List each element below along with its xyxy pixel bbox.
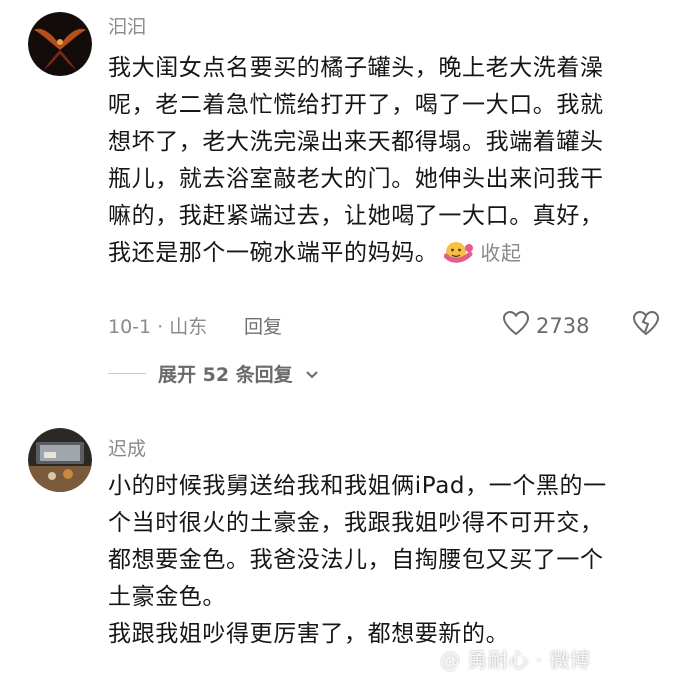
fold-button[interactable]: 收起 (480, 241, 521, 265)
expand-replies[interactable]: 展开 52 条回复 (108, 360, 319, 387)
broken-heart-icon (632, 310, 660, 341)
expand-replies-label: 展开 52 条回复 (158, 364, 293, 386)
username[interactable]: 汩汩 (108, 12, 146, 39)
comment-line: 都想要金色。我爸没法儿，自掏腰包又买了一个 (108, 547, 604, 573)
comment-line: 我大闺女点名要买的橘子罐头，晚上老大洗着澡 (108, 55, 604, 81)
comment-line: 我还是那个一碗水端平的妈妈。 收起 (108, 235, 668, 272)
comment-meta: 10-1 · 山东 回复 2738 (108, 310, 660, 342)
heart-icon (502, 310, 530, 341)
comment-line: 嘛的，我赶紧端过去，让她喝了一大口。真好， (108, 203, 604, 229)
avatar[interactable] (28, 428, 92, 492)
hug-emoji-icon (443, 239, 474, 263)
username[interactable]: 迟成 (108, 434, 146, 461)
comment-line: 瓶儿，就去浴室敲老大的门。她伸头出来问我干 (108, 166, 604, 192)
chevron-down-icon (305, 363, 319, 385)
comment-text: 小的时候我舅送给我和我姐俩iPad，一个黑的一 个当时很火的土豪金，我跟我姐吵得… (108, 468, 668, 653)
avatar[interactable] (28, 12, 92, 76)
reply-button[interactable]: 回复 (244, 312, 282, 339)
comment-line: 想坏了，老大洗完澡出来天都得塌。我端着罐头 (108, 129, 604, 155)
comment-line: 呢，老二着急忙慌给打开了，喝了一大口。我就 (108, 92, 604, 118)
like-button[interactable]: 2738 (502, 310, 589, 341)
comment-line-text: 我还是那个一碗水端平的妈妈。 (108, 240, 439, 266)
dislike-button[interactable] (632, 310, 660, 341)
comment-text: 我大闺女点名要买的橘子罐头，晚上老大洗着澡 呢，老二着急忙慌给打开了，喝了一大口… (108, 50, 668, 272)
divider (108, 373, 146, 374)
comment-line: 土豪金色。 (108, 584, 226, 610)
comment-line: 个当时很火的土豪金，我跟我姐吵得不可开交， (108, 510, 604, 536)
watermark: @ 勇耐心 · 微博 (440, 648, 591, 672)
like-count: 2738 (536, 313, 590, 338)
date-location: 10-1 · 山东 (108, 316, 208, 338)
comment-line: 小的时候我舅送给我和我姐俩iPad，一个黑的一 (108, 473, 607, 499)
